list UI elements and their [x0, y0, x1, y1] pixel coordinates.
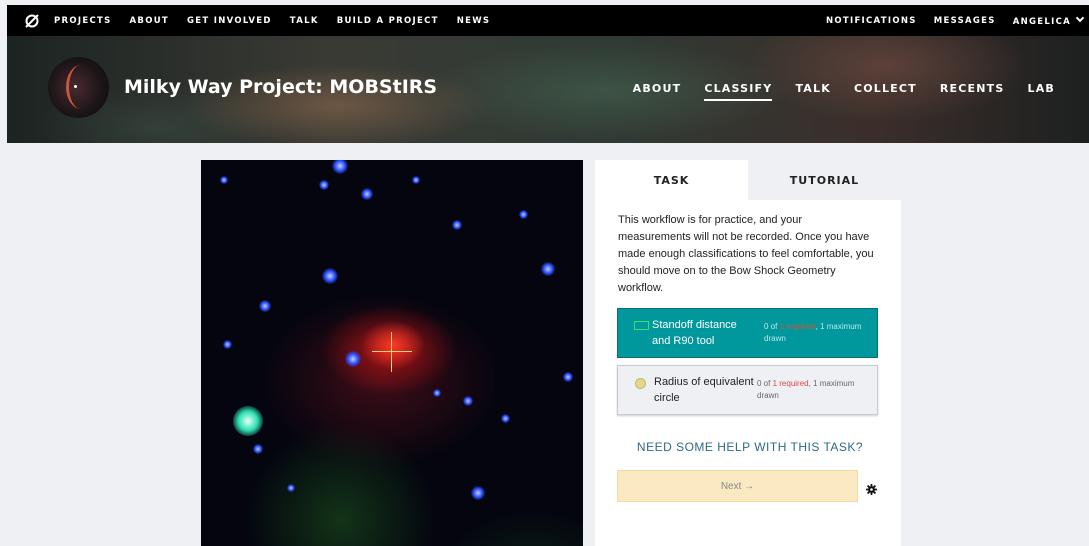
help-link[interactable]: NEED SOME HELP WITH THIS TASK?	[595, 440, 905, 454]
project-nav-classify[interactable]: CLASSIFY	[704, 82, 773, 101]
project-nav-talk[interactable]: TALK	[795, 82, 831, 101]
project-avatar[interactable]	[48, 57, 109, 118]
bow-shock-arc-icon	[66, 65, 96, 109]
user-menu[interactable]: ANGELICA	[1012, 13, 1085, 27]
star	[253, 444, 263, 454]
tab-tutorial[interactable]: TUTORIAL	[748, 160, 901, 200]
star	[220, 176, 228, 184]
gear-icon[interactable]	[866, 480, 877, 495]
nav-projects[interactable]: PROJECTS	[54, 16, 112, 26]
star	[345, 351, 361, 367]
star	[233, 406, 263, 436]
tool-count-prefix: 0 of	[757, 379, 773, 388]
project-nav-about[interactable]: ABOUT	[633, 82, 682, 101]
nav-get-involved[interactable]: GET INVOLVED	[187, 16, 272, 26]
nav-notifications[interactable]: NOTIFICATIONS	[826, 16, 917, 26]
project-nav-lab[interactable]: LAB	[1027, 82, 1055, 101]
star	[332, 160, 348, 174]
nav-messages[interactable]: MESSAGES	[934, 16, 996, 26]
nav-news[interactable]: NEWS	[457, 16, 491, 26]
tool-label: Standoff distance and R90 tool	[652, 319, 737, 347]
star	[471, 486, 485, 500]
task-tabs: TASK TUTORIAL	[595, 160, 901, 200]
project-nav-collect[interactable]: COLLECT	[854, 82, 917, 101]
next-button[interactable]: Next →	[617, 470, 858, 502]
crosshair-icon	[372, 351, 412, 352]
star-dot-icon	[74, 85, 77, 88]
tool-radius-circle[interactable]: Radius of equivalent circle 0 of 1 requi…	[617, 365, 878, 415]
nav-about[interactable]: ABOUT	[130, 16, 169, 26]
rectangle-tool-icon	[634, 321, 649, 330]
star	[259, 300, 271, 312]
star	[452, 220, 462, 230]
task-panel: TASK TUTORIAL This workflow is for pract…	[595, 160, 901, 546]
tab-task[interactable]: TASK	[595, 160, 748, 200]
nav-build-a-project[interactable]: BUILD A PROJECT	[337, 16, 439, 26]
chevron-down-icon	[1075, 13, 1085, 22]
top-nav: PROJECTS ABOUT GET INVOLVED TALK BUILD A…	[7, 5, 1089, 36]
circle-tool-icon	[635, 378, 646, 389]
tool-required: 1 required	[779, 322, 816, 331]
project-nav-recents[interactable]: RECENTS	[940, 82, 1005, 101]
project-title[interactable]: Milky Way Project: MOBStIRS	[124, 76, 437, 98]
project-nav: ABOUT CLASSIFY TALK COLLECT RECENTS LAB	[610, 82, 1055, 101]
star	[319, 180, 329, 190]
star	[541, 262, 555, 276]
star	[223, 340, 232, 349]
star	[519, 210, 528, 219]
star	[433, 389, 441, 397]
nav-talk[interactable]: TALK	[290, 16, 319, 26]
star	[287, 484, 295, 492]
subject-image[interactable]	[201, 160, 583, 546]
tool-count: 0 of 1 required, 1 maximum drawn	[757, 378, 862, 402]
project-header: Milky Way Project: MOBStIRS ABOUT CLASSI…	[7, 36, 1089, 143]
user-name: ANGELICA	[1012, 16, 1071, 27]
tool-standoff-distance[interactable]: Standoff distance and R90 tool 0 of 1 re…	[617, 308, 878, 358]
task-instructions: This workflow is for practice, and your …	[618, 214, 874, 294]
star	[501, 414, 510, 423]
star	[322, 268, 338, 284]
star	[463, 396, 473, 406]
star	[412, 176, 420, 184]
tool-label: Radius of equivalent circle	[654, 376, 754, 404]
tool-required: 1 required	[772, 379, 809, 388]
star	[563, 372, 573, 382]
tool-count: 0 of 1 required, 1 maximum drawn	[764, 321, 869, 345]
crosshair-icon	[391, 332, 392, 372]
zooniverse-logo-icon[interactable]	[24, 13, 40, 29]
star	[361, 188, 373, 200]
tool-count-prefix: 0 of	[764, 322, 780, 331]
